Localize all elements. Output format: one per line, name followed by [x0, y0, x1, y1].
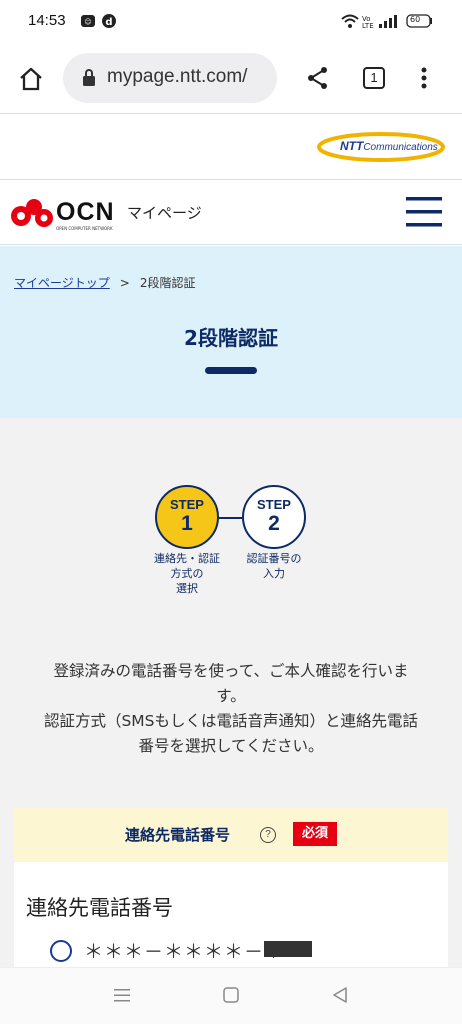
ocn-logo-icon[interactable]	[10, 196, 56, 232]
recent-apps-icon[interactable]	[113, 986, 131, 1004]
instruction-line: す。	[216, 687, 246, 705]
ntt-brand: NTT	[340, 139, 364, 153]
title-underline	[205, 367, 257, 374]
instruction-text: 登録済みの電話番号を使って、ご本人確認を行いま す。 認証方式（SMSもしくは電…	[14, 659, 448, 759]
ntt-brand-suffix: Communications	[363, 142, 438, 153]
breadcrumb-home-link[interactable]: マイページトップ	[14, 276, 110, 290]
ocn-mypage-title: マイページ	[127, 204, 202, 222]
more-menu-icon[interactable]	[416, 66, 432, 92]
hamburger-menu-icon[interactable]	[406, 194, 442, 230]
redaction-bar	[264, 941, 312, 957]
browser-toolbar: mypage.ntt.com/ 1	[0, 44, 462, 114]
step-2-label: STEP	[257, 497, 291, 512]
back-nav-icon[interactable]	[331, 986, 349, 1004]
step-2-caption: 認証番号の 入力	[226, 551, 322, 581]
step-1-label: STEP	[170, 497, 204, 512]
phone-radio-button[interactable]	[50, 940, 72, 962]
breadcrumb-separator: >	[119, 276, 130, 290]
step-2-caption-line: 認証番号の	[246, 552, 302, 565]
status-bar: 14:53 ☺ d Vo LTE 60	[0, 0, 462, 44]
tab-switcher-button[interactable]: 1	[363, 67, 385, 89]
app-d-icon: d	[102, 14, 116, 28]
step-1-caption-line: 連絡先・認証	[154, 552, 220, 565]
notification-icon: ☺	[81, 15, 95, 27]
required-badge: 必須	[293, 822, 337, 846]
step-1-caption-line: 方式の	[170, 567, 204, 580]
ntt-brand-text: NTTCommunications	[340, 139, 438, 153]
step-1-caption: 連絡先・認証 方式の 選択	[139, 551, 235, 596]
home-nav-icon[interactable]	[222, 986, 240, 1004]
contact-section-header: 連絡先電話番号 ? 必須	[14, 808, 448, 862]
ocn-brand: OCN	[56, 198, 115, 226]
system-nav-bar	[0, 967, 462, 1024]
status-time: 14:53	[28, 12, 66, 29]
step-connector	[219, 517, 242, 519]
step-2-caption-line: 入力	[263, 567, 285, 580]
breadcrumb: マイページトップ >2段階認証	[14, 274, 195, 291]
battery-level: 60	[410, 15, 421, 24]
step-2-number: 2	[268, 512, 280, 535]
instruction-line: 登録済みの電話番号を使って、ご本人確認を行いま	[53, 662, 409, 680]
lock-icon	[83, 69, 95, 86]
page-hero: マイページトップ >2段階認証 2段階認証	[0, 246, 462, 418]
url-bar[interactable]: mypage.ntt.com/	[63, 53, 277, 103]
ocn-header: OCN OPEN COMPUTER NETWORK マイページ	[0, 180, 462, 245]
svg-text:LTE: LTE	[362, 22, 374, 29]
contact-section-title: 連絡先電話番号	[125, 826, 231, 844]
step-1-caption-line: 選択	[176, 582, 198, 595]
svg-text:d: d	[105, 17, 112, 28]
step-1-number: 1	[181, 512, 193, 535]
step-1-circle: STEP 1	[155, 485, 219, 549]
ocn-brand-small: OPEN COMPUTER NETWORK	[56, 226, 113, 231]
masked-phone-number: ＊＊＊－＊＊＊＊－＊	[84, 941, 285, 963]
page-title: 2段階認証	[184, 326, 278, 350]
breadcrumb-current: 2段階認証	[139, 276, 196, 290]
share-icon[interactable]	[306, 66, 330, 90]
instruction-line: 番号を選択してください。	[138, 737, 324, 755]
contact-phone-field: 連絡先電話番号 ＊＊＊－＊＊＊＊－＊	[14, 862, 448, 967]
cellular-signal-icon: VoLTE	[362, 15, 397, 29]
instruction-line: 認証方式（SMSもしくは電話音声通知）と連絡先電話	[43, 712, 419, 730]
ntt-header: NTTCommunications	[0, 114, 462, 180]
step-2-circle: STEP 2	[242, 485, 306, 549]
contact-phone-label: 連絡先電話番号	[26, 896, 173, 920]
main-content: STEP 1 STEP 2 連絡先・認証 方式の 選択 認証番号の 入力 登録済…	[0, 418, 462, 967]
help-icon[interactable]: ?	[260, 827, 276, 843]
url-text: mypage.ntt.com/	[107, 66, 248, 87]
wifi-icon	[341, 14, 359, 28]
svg-text:☺: ☺	[84, 18, 91, 26]
home-icon[interactable]	[18, 66, 44, 92]
